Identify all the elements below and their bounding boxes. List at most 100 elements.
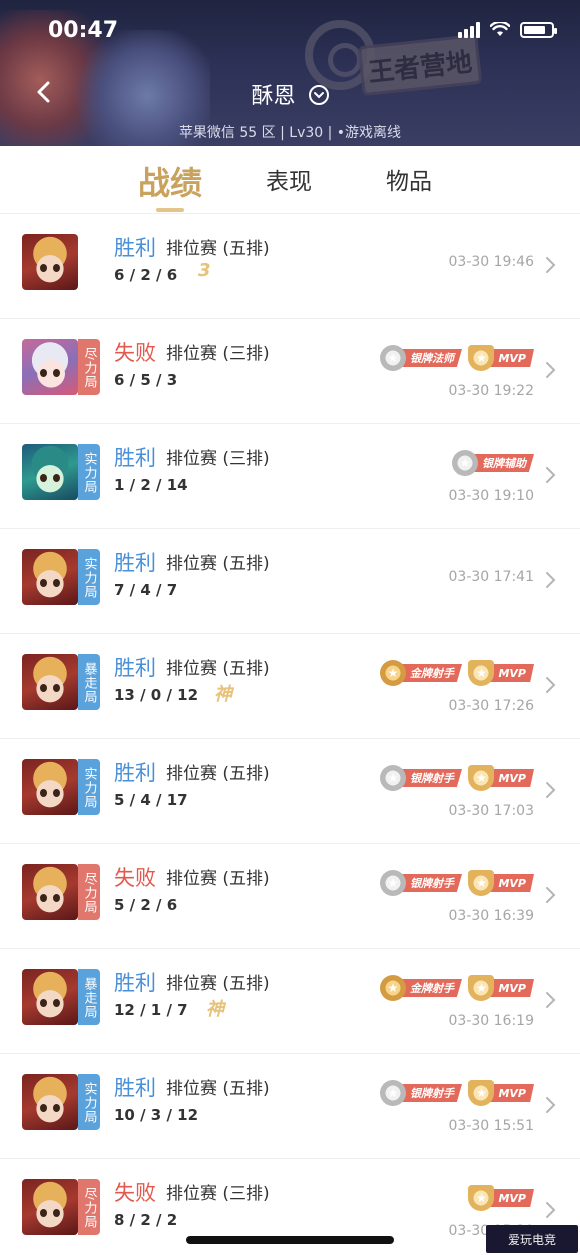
chevron-right-icon [546,1097,556,1113]
match-row[interactable]: 实力局 胜利 排位赛 (五排) 5 / 4 / 17 ★ 银牌射手 ★ MVP 03-30 17… [0,739,580,844]
match-mode: 排位赛 (三排) [166,1184,270,1204]
medal-label: 银牌射手 [398,874,462,892]
chevron-right-icon [546,782,556,798]
match-row[interactable]: 实力局 胜利 排位赛 (五排) 10 / 3 / 12 ★ 银牌射手 ★ MVP 03-30 1… [0,1054,580,1159]
silver-medal-icon: ★ [380,870,406,896]
medal-label: 银牌射手 [398,769,462,787]
silver-medal-icon: ★ [380,1080,406,1106]
match-mode: 排位赛 (五排) [166,659,270,679]
server-info: 苹果微信 55 区 | Lv30 | •游戏离线 [178,125,402,141]
match-result: 失败 [114,866,156,890]
match-result: 胜利 [114,656,156,680]
match-row[interactable]: 实力局 胜利 排位赛 (三排) 1 / 2 / 14 ★ 银牌辅助 03-30 19:10 [0,424,580,529]
match-time: 03-30 16:39 [448,908,534,924]
active-tab-indicator [156,208,184,212]
tab-bar: 战绩 表现 物品 [0,146,580,214]
gold-medal-icon: ★ [380,975,406,1001]
hero-avatar-group: 实力局 [22,549,100,605]
mvp-medal: ★ MVP [468,975,534,1001]
watermark-logo: 爱玩电竞 [486,1225,578,1253]
hero-avatar-group: 暴走局 [22,654,100,710]
match-result: 胜利 [114,1076,156,1100]
kda-score: 5 / 4 / 17 [114,791,188,809]
chevron-right-icon [546,1202,556,1218]
hero-avatar-group: 实力局 [22,759,100,815]
match-mode-tag: 暴走局 [78,969,100,1025]
role-medal: ★ 金牌射手 [380,660,462,686]
match-row[interactable]: 实力局 胜利 排位赛 (五排) 7 / 4 / 7 03-30 17:41 [0,529,580,634]
match-time: 03-30 15:51 [448,1118,534,1134]
medal-label: 银牌射手 [398,1084,462,1102]
match-mode-tag: 实力局 [78,1074,100,1130]
chevron-right-icon [546,572,556,588]
match-result: 胜利 [114,551,156,575]
battery-icon [520,22,557,38]
mvp-medal: ★ MVP [468,765,534,791]
hero-avatar-group: 尽力局 [22,339,100,395]
match-result: 失败 [114,341,156,365]
mvp-trophy-icon: ★ [468,660,495,686]
match-mode-tag: 实力局 [78,759,100,815]
kda-score: 1 / 2 / 14 [114,476,188,494]
match-mode-tag: 尽力局 [78,1179,100,1235]
achievement-badge: 3 [198,260,211,281]
kda-score: 8 / 2 / 2 [114,1211,178,1229]
match-time: 03-30 17:03 [448,803,534,819]
role-medal: ★ 银牌法师 [380,345,462,371]
mvp-trophy-icon: ★ [468,345,495,371]
hero-avatar [22,339,78,395]
gold-medal-icon: ★ [380,660,406,686]
match-time: 03-30 17:26 [448,698,534,714]
match-mode: 排位赛 (三排) [166,344,270,364]
tab-performance[interactable]: 表现 [266,162,312,196]
match-result: 胜利 [114,971,156,995]
match-mode: 排位赛 (五排) [166,974,270,994]
match-mode-tag: 暴走局 [78,654,100,710]
hero-avatar [22,549,78,605]
home-indicator[interactable] [186,1236,394,1244]
hero-avatar [22,654,78,710]
chevron-right-icon [546,677,556,693]
player-name-switcher[interactable]: 酥恩 [0,78,580,110]
match-mode: 排位赛 (五排) [166,869,270,889]
hero-avatar-group: 实力局 [22,444,100,500]
achievement-badge: 神 [214,684,232,705]
chevron-right-icon [546,887,556,903]
match-time: 03-30 19:10 [448,488,534,504]
match-row[interactable]: 暴走局 胜利 排位赛 (五排) 13 / 0 / 12 神 ★ 金牌射手 ★ MVP 03-30 … [0,634,580,739]
tab-items[interactable]: 物品 [386,162,432,196]
hero-avatar [22,1074,78,1130]
match-row[interactable]: 胜利 排位赛 (五排) 6 / 2 / 6 3 03-30 19:46 [0,214,580,319]
kda-score: 6 / 5 / 3 [114,371,178,389]
match-row[interactable]: 暴走局 胜利 排位赛 (五排) 12 / 1 / 7 神 ★ 金牌射手 ★ MVP 03-30 1… [0,949,580,1054]
chevron-right-icon [546,257,556,273]
role-medal: ★ 金牌射手 [380,975,462,1001]
kda-score: 10 / 3 / 12 [114,1106,199,1124]
match-mode: 排位赛 (五排) [166,554,270,574]
match-mode-tag: 尽力局 [78,864,100,920]
match-row[interactable]: 尽力局 失败 排位赛 (三排) 6 / 5 / 3 ★ 银牌法师 ★ MVP 03-30 19:… [0,319,580,424]
hero-avatar-group: 实力局 [22,1074,100,1130]
match-result: 失败 [114,1181,156,1205]
hero-avatar-group: 尽力局 [22,1179,100,1235]
mvp-medal: ★ MVP [468,1080,534,1106]
chevron-right-icon [546,362,556,378]
silver-medal-icon: ★ [380,765,406,791]
medal-label: 金牌射手 [398,979,462,997]
match-time: 03-30 19:22 [448,383,534,399]
match-row[interactable]: 尽力局 失败 排位赛 (五排) 5 / 2 / 6 ★ 银牌射手 ★ MVP 03-30 16:… [0,844,580,949]
medal-label: 银牌辅助 [470,454,534,472]
chevron-down-circle-icon[interactable] [308,85,329,105]
match-mode: 排位赛 (三排) [166,449,270,469]
role-medal: ★ 银牌射手 [380,765,462,791]
hero-avatar [22,1179,78,1235]
watermark-text: 爱玩电竞 [507,1232,556,1247]
medal-label: 银牌法师 [398,349,462,367]
kda-score: 6 / 2 / 6 [114,266,178,284]
mvp-trophy-icon: ★ [468,1080,495,1106]
medal-label: 金牌射手 [398,664,462,682]
header-banner: 王者营地 00:47 酥恩 苹果微信 55 区 | Lv30 | •游戏离线 [0,0,580,146]
tab-records[interactable]: 战绩 [138,158,202,204]
match-mode: 排位赛 (五排) [166,764,270,784]
chevron-right-icon [546,992,556,1008]
